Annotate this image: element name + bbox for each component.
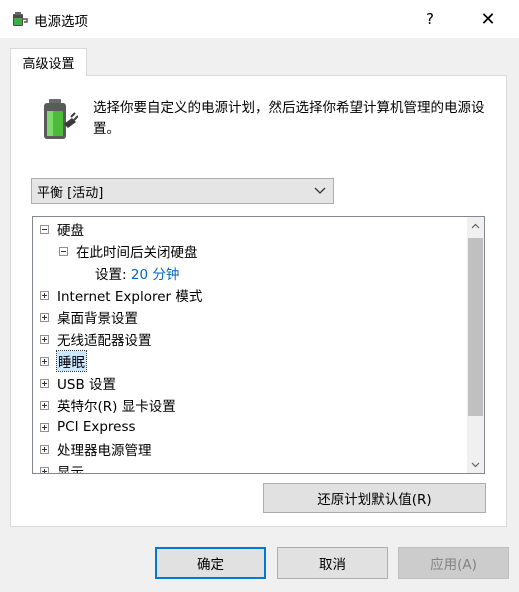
scroll-up-arrow-icon[interactable] [467,217,484,234]
expand-toggle-icon[interactable] [40,466,49,473]
restore-defaults-button[interactable]: 还原计划默认值(R) [263,483,486,513]
battery-plug-icon [44,99,78,139]
expand-toggle-icon[interactable] [40,334,49,344]
scrollbar-thumb[interactable] [468,238,483,416]
tree-item-desktop-background[interactable]: 桌面背景设置 [40,306,138,328]
tree-item-usb[interactable]: USB 设置 [40,372,116,394]
close-button[interactable]: ✕ [464,0,512,38]
setting-label: 设置: [95,267,127,283]
scroll-down-arrow-icon[interactable] [467,456,484,473]
tree-item-label: 处理器电源管理 [57,443,152,459]
tree-item-label: 无线适配器设置 [57,333,152,349]
tab-advanced-settings[interactable]: 高级设置 [10,48,87,76]
vertical-scrollbar[interactable] [467,217,484,473]
collapse-toggle-icon[interactable] [40,224,49,234]
chevron-down-icon [314,187,326,194]
tree-item-ie-mode[interactable]: Internet Explorer 模式 [40,284,202,306]
expand-toggle-icon[interactable] [40,356,49,366]
setting-value-link[interactable]: 20 分钟 [131,263,179,283]
expand-toggle-icon[interactable] [40,290,49,300]
tree-item-sleep[interactable]: 睡眠 [40,350,87,372]
settings-tree[interactable]: 硬盘 在此时间后关闭硬盘 设置: 20 分钟 Internet Explorer… [32,216,485,474]
apply-button[interactable]: 应用(A) [398,547,509,579]
tree-item-label: PCI Express [57,419,136,435]
tree-item-turn-off-disk-after[interactable]: 在此时间后关闭硬盘 [59,240,198,262]
tree-item-wireless-adapter[interactable]: 无线适配器设置 [40,328,152,350]
expand-toggle-icon[interactable] [40,444,49,454]
advanced-settings-panel: 选择你要自定义的电源计划，然后选择你希望计算机管理的电源设置。 平衡 [活动] … [10,75,507,527]
tree-item-label: 硬盘 [57,223,84,239]
power-plan-select[interactable]: 平衡 [活动] [31,178,334,204]
description-text: 选择你要自定义的电源计划，然后选择你希望计算机管理的电源设置。 [93,100,485,137]
tree-item-processor-power[interactable]: 处理器电源管理 [40,438,152,460]
power-options-icon [13,12,28,26]
tree-item-label-selected: 睡眠 [56,350,87,372]
tree-item-label: 在此时间后关闭硬盘 [76,245,198,261]
tree-item-display[interactable]: 显示 [40,460,84,474]
power-plan-value: 平衡 [活动] [37,185,104,201]
tree-item-pci-express[interactable]: PCI Express [40,416,136,438]
title-bar: 电源选项 ? ✕ [0,0,519,38]
tree-item-setting-value[interactable]: 设置: 20 分钟 [95,262,179,284]
tree-item-label: 英特尔(R) 显卡设置 [57,399,176,415]
expand-toggle-icon[interactable] [40,312,49,322]
expand-toggle-icon[interactable] [40,400,49,410]
expand-toggle-icon[interactable] [40,378,49,388]
tree-item-label: Internet Explorer 模式 [57,289,203,305]
tree-item-intel-graphics[interactable]: 英特尔(R) 显卡设置 [40,394,176,416]
help-button[interactable]: ? [406,0,454,38]
ok-button[interactable]: 确定 [155,547,266,579]
tree-item-hard-disk[interactable]: 硬盘 [40,218,84,240]
tree-item-label: 显示 [57,465,84,474]
tree-item-label: 桌面背景设置 [57,311,138,327]
window-title: 电源选项 [34,14,88,30]
expand-toggle-icon[interactable] [40,422,49,432]
cancel-button[interactable]: 取消 [277,547,388,579]
tree-item-label: USB 设置 [57,377,117,393]
collapse-toggle-icon[interactable] [59,246,68,256]
